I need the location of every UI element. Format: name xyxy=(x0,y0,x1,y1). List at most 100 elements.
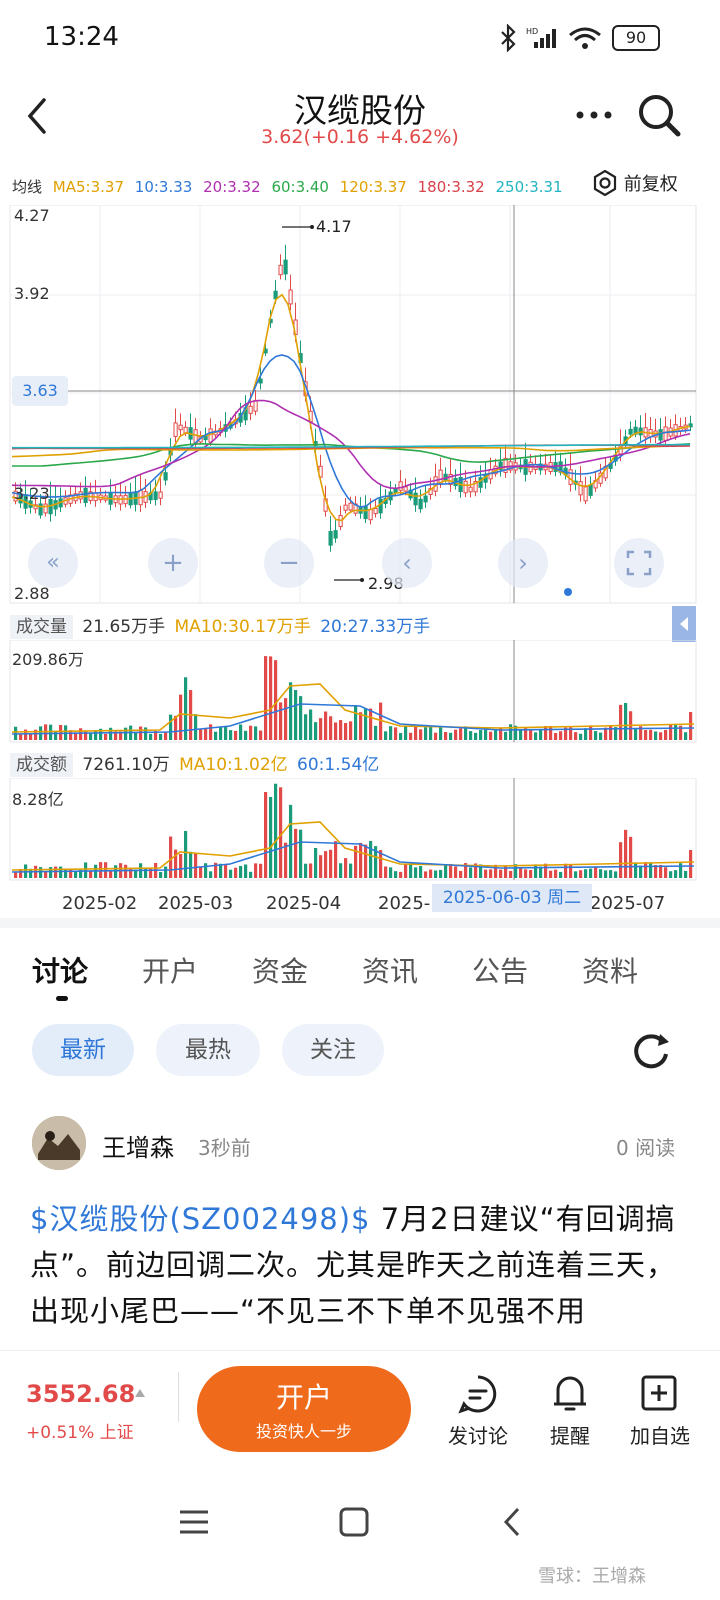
panel-toggle-button[interactable] xyxy=(672,606,696,642)
volume-bar-44 xyxy=(234,730,238,740)
turnover-bar-103 xyxy=(529,870,533,878)
battery-icon: 90 xyxy=(612,25,660,51)
candle-body-30 xyxy=(163,472,168,481)
caret-left-icon xyxy=(680,617,688,631)
reminder-label[interactable]: 提醒 xyxy=(520,1420,620,1449)
turnover-bar-89 xyxy=(459,870,463,878)
author-name[interactable]: 王增森 xyxy=(102,1128,174,1163)
volume-bar-71 xyxy=(369,708,373,740)
turnover-bar-51 xyxy=(269,796,273,878)
turnover-bar-36 xyxy=(194,852,198,878)
turnover-bar-9 xyxy=(59,866,63,878)
zoom-in-button[interactable]: + xyxy=(148,538,198,588)
filter-latest[interactable]: 最新 xyxy=(32,1024,134,1076)
candle-body-32 xyxy=(173,422,178,437)
candle-body-114 xyxy=(583,486,588,502)
zoom-out-button[interactable]: − xyxy=(264,538,314,588)
tab-announcements[interactable]: 公告 xyxy=(472,950,528,990)
turnover-bar-121 xyxy=(619,842,623,878)
volume-tag: 成交量 xyxy=(10,615,73,639)
candle-body-5 xyxy=(38,503,43,516)
volume-bar-65 xyxy=(339,720,343,740)
volume-bar-130 xyxy=(664,729,668,740)
turnover-bar-113 xyxy=(579,870,583,878)
turnover-bar-77 xyxy=(399,871,403,878)
candle-body-72 xyxy=(373,507,378,515)
candlestick-chart[interactable] xyxy=(0,205,720,605)
index-value[interactable]: 3552.68 xyxy=(26,1380,135,1408)
turnover-bar-66 xyxy=(344,858,348,878)
volume-bar-109 xyxy=(559,731,563,740)
page-dot xyxy=(564,588,572,596)
turnover-bar-95 xyxy=(489,869,493,878)
volume-bar-72 xyxy=(374,725,378,740)
add-watchlist-label[interactable]: 加自选 xyxy=(610,1420,710,1449)
volume-bar-50 xyxy=(264,656,268,740)
candle-body-63 xyxy=(328,531,333,546)
more-icon[interactable] xyxy=(574,108,614,122)
turnover-bar-22 xyxy=(124,864,128,878)
tab-news[interactable]: 资讯 xyxy=(362,950,418,990)
add-watchlist-icon[interactable] xyxy=(640,1374,678,1412)
tab-funds[interactable]: 资金 xyxy=(252,950,308,990)
tab-profile[interactable]: 资料 xyxy=(582,950,638,990)
candle-body-115 xyxy=(588,484,593,496)
ma-line-6 xyxy=(12,443,690,449)
stock-link[interactable]: $汉缆股份(SZ002498)$ xyxy=(30,1202,371,1236)
index-change[interactable]: +0.51% 上证 xyxy=(26,1418,134,1443)
zoom-out-far-button[interactable]: « xyxy=(28,538,78,588)
fullscreen-button[interactable] xyxy=(614,538,664,588)
nav-back-icon[interactable] xyxy=(500,1506,524,1538)
volume-bar-38 xyxy=(204,728,208,740)
turnover-ma10: MA10:1.02亿 xyxy=(179,755,288,775)
turnover-bar-132 xyxy=(674,870,678,878)
volume-bar-59 xyxy=(309,709,313,740)
scroll-left-button[interactable]: ‹ xyxy=(382,538,432,588)
candle-body-123 xyxy=(628,428,633,435)
volume-value: 21.65万手 xyxy=(82,617,166,637)
post-discussion-label[interactable]: 发讨论 xyxy=(428,1420,528,1449)
search-icon[interactable] xyxy=(636,92,682,138)
x-label-4: 2025- xyxy=(378,893,431,914)
turnover-bar-109 xyxy=(559,871,563,878)
turnover-bar-39 xyxy=(209,871,213,878)
turnover-bar-108 xyxy=(554,869,558,878)
volume-bar-33 xyxy=(179,694,183,740)
volume-bar-101 xyxy=(519,729,523,740)
volume-bar-134 xyxy=(684,732,688,740)
refresh-icon[interactable] xyxy=(630,1030,672,1072)
volume-bar-69 xyxy=(359,712,363,740)
volume-bar-96 xyxy=(494,730,498,740)
volume-chart xyxy=(9,640,697,743)
filter-hot[interactable]: 最热 xyxy=(156,1024,260,1076)
turnover-bar-54 xyxy=(284,842,288,878)
turnover-bar-80 xyxy=(414,867,418,878)
y-label-top: 4.27 xyxy=(14,206,50,225)
status-bar: 13:24 HD 90 xyxy=(0,0,720,70)
home-icon[interactable] xyxy=(338,1506,370,1538)
turnover-bar-61 xyxy=(319,855,323,878)
volume-bar-52 xyxy=(274,660,278,740)
tab-discussion[interactable]: 讨论 xyxy=(32,950,88,990)
volume-bar-58 xyxy=(304,714,308,740)
volume-ma20: 20:27.33万手 xyxy=(320,617,431,637)
volume-bar-68 xyxy=(354,705,358,740)
post-content[interactable]: $汉缆股份(SZ002498)$ 7月2日建议“有回调搞点”。前边回调二次。尤其… xyxy=(30,1196,690,1334)
turnover-bar-86 xyxy=(444,865,448,878)
volume-bar-45 xyxy=(239,724,243,740)
tab-account[interactable]: 开户 xyxy=(142,950,198,990)
volume-bar-14 xyxy=(84,730,88,740)
open-account-button[interactable]: 开户 投资快人一步 xyxy=(197,1366,411,1452)
menu-icon[interactable] xyxy=(178,1508,210,1536)
avatar[interactable] xyxy=(32,1116,86,1170)
scroll-right-button[interactable]: › xyxy=(498,538,548,588)
post-discussion-icon[interactable] xyxy=(458,1374,498,1414)
filter-following[interactable]: 关注 xyxy=(282,1024,384,1076)
candle-body-73 xyxy=(378,498,383,514)
index-up-arrow-icon xyxy=(135,1389,145,1397)
adjust-button[interactable]: 前复权 xyxy=(592,169,678,197)
candle-body-54 xyxy=(283,259,288,275)
volume-bar-13 xyxy=(79,728,83,740)
bell-icon[interactable] xyxy=(550,1372,590,1414)
turnover-ma10 xyxy=(11,821,695,871)
